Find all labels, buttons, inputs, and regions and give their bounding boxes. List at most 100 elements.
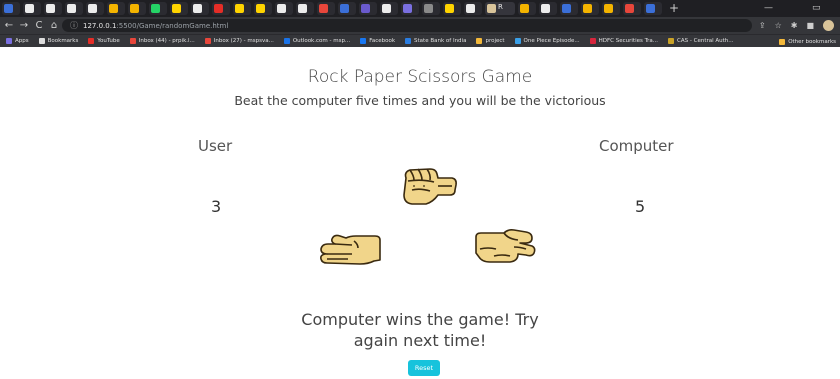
bookmark-one-piece[interactable]: One Piece Episode... bbox=[514, 38, 580, 44]
tab-favicon-icon bbox=[424, 4, 433, 13]
rock-hand-icon[interactable] bbox=[400, 164, 458, 208]
outlook-icon bbox=[283, 38, 290, 44]
tab-favicon-icon bbox=[130, 4, 139, 13]
browser-tab[interactable] bbox=[464, 2, 482, 15]
media-icon[interactable]: ■ bbox=[806, 21, 814, 30]
result-line-1: Computer wins the game! Try bbox=[301, 310, 539, 329]
youtube-icon bbox=[214, 4, 223, 13]
browser-tab[interactable] bbox=[86, 2, 104, 15]
browser-tab[interactable] bbox=[581, 2, 599, 15]
forward-button[interactable]: → bbox=[18, 17, 30, 34]
github-icon bbox=[46, 4, 55, 13]
browser-tab[interactable] bbox=[65, 2, 83, 15]
tab-favicon-icon bbox=[625, 4, 634, 13]
github-icon bbox=[277, 4, 286, 13]
profile-avatar[interactable] bbox=[823, 20, 834, 31]
browser-tab[interactable] bbox=[212, 2, 230, 15]
info-icon[interactable]: ⓘ bbox=[70, 20, 78, 31]
bookmark-inbox-1[interactable]: Inbox (44) - prpik.l... bbox=[129, 38, 195, 44]
bookmark-sbi[interactable]: State Bank of India bbox=[405, 38, 466, 44]
browser-tab[interactable] bbox=[380, 2, 398, 15]
tab-favicon-icon bbox=[562, 4, 571, 13]
tab-favicon-icon bbox=[604, 4, 613, 13]
star-icon bbox=[38, 38, 45, 44]
tab-favicon-icon bbox=[583, 4, 592, 13]
computer-score: 5 bbox=[635, 197, 646, 216]
gmail-icon bbox=[204, 38, 211, 44]
browser-tab[interactable] bbox=[233, 2, 251, 15]
browser-tab[interactable] bbox=[23, 2, 41, 15]
browser-tab[interactable] bbox=[623, 2, 641, 15]
browser-nav-bar: ← → C ⌂ ⓘ 127.0.0.1:5500/Game/randomGame… bbox=[0, 17, 840, 34]
bookmark-apps[interactable]: Apps bbox=[6, 38, 29, 44]
browser-tab[interactable] bbox=[191, 2, 209, 15]
github-icon bbox=[382, 4, 391, 13]
browser-tab[interactable] bbox=[422, 2, 440, 15]
browser-tab[interactable] bbox=[518, 2, 536, 15]
browser-tab[interactable] bbox=[317, 2, 335, 15]
gmail-icon bbox=[129, 38, 136, 44]
bookmark-youtube[interactable]: YouTube bbox=[88, 38, 120, 44]
reset-button[interactable]: Reset bbox=[408, 360, 440, 376]
bookmark-bookmarks[interactable]: Bookmarks bbox=[38, 38, 78, 44]
tab-favicon-icon bbox=[4, 4, 13, 13]
browser-tab[interactable] bbox=[2, 2, 20, 15]
browser-tab[interactable] bbox=[275, 2, 293, 15]
scissors-hand-icon[interactable] bbox=[474, 225, 536, 265]
browser-tab[interactable] bbox=[359, 2, 377, 15]
hdfc-icon bbox=[589, 38, 596, 44]
game-page: Rock Paper Scissors Game Beat the comput… bbox=[0, 47, 840, 379]
page-title: Rock Paper Scissors Game bbox=[307, 67, 533, 87]
github-icon bbox=[25, 4, 34, 13]
bookmark-hdfc[interactable]: HDFC Securities Tra... bbox=[589, 38, 658, 44]
tab-favicon-icon bbox=[361, 4, 370, 13]
tab-favicon-icon bbox=[319, 4, 328, 13]
browser-tab[interactable] bbox=[602, 2, 620, 15]
tab-favicon-icon bbox=[646, 4, 655, 13]
bookmark-project[interactable]: project bbox=[476, 38, 505, 44]
tab-favicon-icon bbox=[403, 4, 412, 13]
browser-tab[interactable] bbox=[338, 2, 356, 15]
other-bookmarks[interactable]: Other bookmarks bbox=[779, 35, 836, 47]
browser-tab-active[interactable]: R bbox=[485, 2, 515, 15]
bookmarks-bar: Apps Bookmarks YouTube Inbox (44) - prpi… bbox=[0, 34, 840, 47]
browser-tab[interactable] bbox=[128, 2, 146, 15]
bookmark-cas[interactable]: CAS - Central Auth... bbox=[668, 38, 734, 44]
tab-favicon-icon bbox=[109, 4, 118, 13]
tab-favicon-icon bbox=[298, 4, 307, 13]
browser-tab[interactable] bbox=[296, 2, 314, 15]
toolbar-right: ⇪ ☆ ✱ ■ bbox=[759, 17, 834, 34]
tab-favicon-icon bbox=[520, 4, 529, 13]
active-tab-label: R bbox=[498, 3, 503, 11]
reload-button[interactable]: C bbox=[33, 17, 45, 34]
browser-tab[interactable] bbox=[44, 2, 62, 15]
browser-tab[interactable] bbox=[560, 2, 578, 15]
browser-tab[interactable] bbox=[401, 2, 419, 15]
home-button[interactable]: ⌂ bbox=[48, 17, 60, 34]
bank-icon bbox=[405, 38, 412, 44]
apps-grid-icon bbox=[6, 38, 12, 44]
browser-tab[interactable] bbox=[254, 2, 272, 15]
window-minimize-button[interactable]: — bbox=[764, 2, 773, 14]
bookmark-star-icon[interactable]: ☆ bbox=[775, 21, 782, 30]
bookmark-facebook[interactable]: Facebook bbox=[360, 38, 395, 44]
browser-tab[interactable] bbox=[107, 2, 125, 15]
browser-tab[interactable] bbox=[539, 2, 557, 15]
browser-tab[interactable] bbox=[443, 2, 461, 15]
browser-tab[interactable] bbox=[644, 2, 662, 15]
result-line-2: again next time! bbox=[353, 331, 487, 350]
tab-favicon-icon bbox=[487, 4, 496, 13]
paper-hand-icon[interactable] bbox=[318, 232, 382, 268]
browser-tab[interactable] bbox=[170, 2, 188, 15]
share-icon[interactable]: ⇪ bbox=[759, 21, 766, 30]
window-restore-button[interactable]: ▭ bbox=[812, 2, 821, 14]
back-button[interactable]: ← bbox=[3, 17, 15, 34]
page-subtitle: Beat the computer five times and you wil… bbox=[234, 93, 606, 108]
bookmark-outlook[interactable]: Outlook.com - msp... bbox=[283, 38, 350, 44]
browser-tab-strip: R + — ▭ bbox=[0, 0, 840, 17]
new-tab-button[interactable]: + bbox=[669, 2, 679, 15]
bookmark-inbox-2[interactable]: Inbox (27) - mspsva... bbox=[204, 38, 274, 44]
browser-tab[interactable] bbox=[149, 2, 167, 15]
address-bar[interactable]: ⓘ 127.0.0.1:5500/Game/randomGame.html bbox=[62, 19, 752, 32]
extensions-icon[interactable]: ✱ bbox=[791, 21, 798, 30]
